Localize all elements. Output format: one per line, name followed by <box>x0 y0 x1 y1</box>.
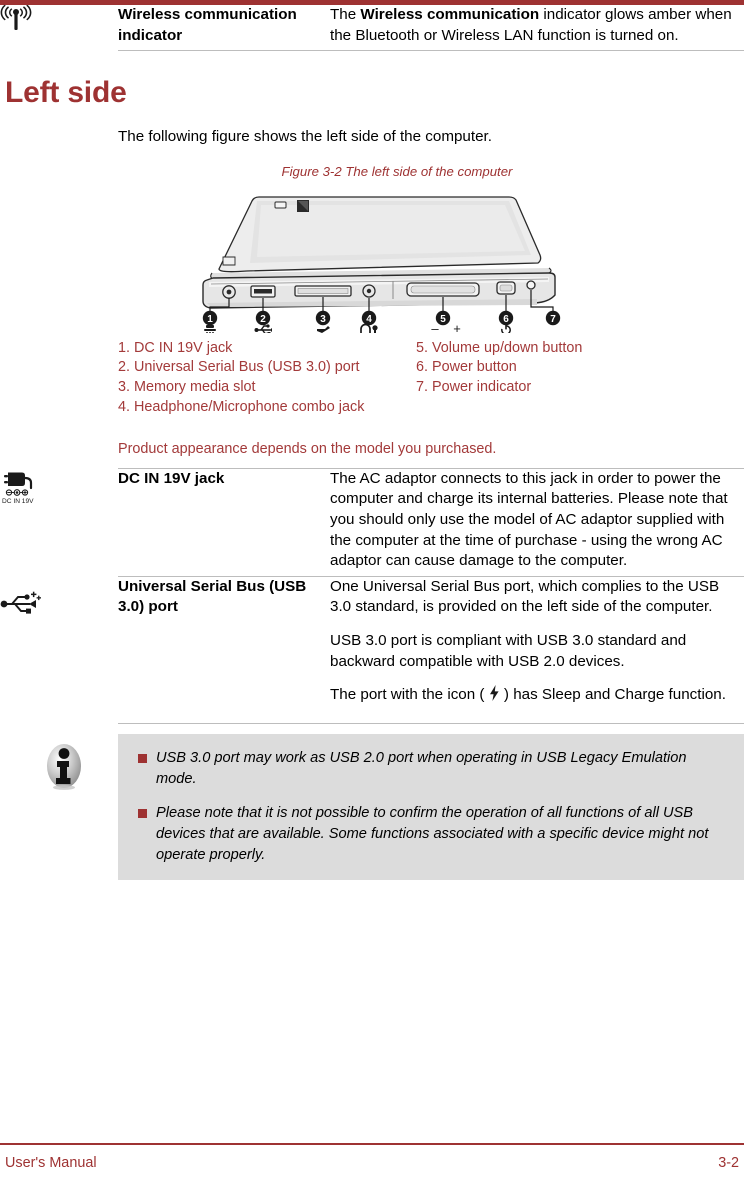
svg-text:7: 7 <box>550 314 556 325</box>
svg-text:6: 6 <box>503 314 509 325</box>
laptop-left-side-figure: 1 2 3 4 5 6 7 – + <box>0 185 744 333</box>
separator-line-desc <box>330 50 744 52</box>
callout-4: 4 <box>361 310 377 325</box>
sleep-charge-text-post: ) has Sleep and Charge function. <box>499 686 726 704</box>
separator-line-label <box>118 50 330 52</box>
list-item: 2. Universal Serial Bus (USB 3.0) port <box>118 359 360 376</box>
table-row: Universal Serial Bus (USB 3.0) port One … <box>0 577 744 712</box>
desc-text-bold: Wireless communication <box>360 6 540 23</box>
volume-minus-icon: – <box>431 321 439 333</box>
lid-latch-detail <box>274 201 287 209</box>
callout-1: 1 <box>202 310 218 325</box>
page-content: Wireless communication indicator The Wir… <box>0 4 744 880</box>
callout-6: 6 <box>498 310 514 325</box>
page-title: Left side <box>5 76 127 110</box>
info-icon <box>42 741 86 796</box>
list-item: 6. Power button <box>416 359 517 376</box>
list-item: USB 3.0 port may work as USB 2.0 port wh… <box>118 748 730 790</box>
port-symbol-row: – + <box>204 321 511 333</box>
sleep-charge-bolt-icon <box>489 685 500 708</box>
footer-page-number: 3-2 <box>718 1155 739 1171</box>
note-item-text: USB 3.0 port may work as USB 2.0 port wh… <box>156 749 687 787</box>
wireless-indicator-label: Wireless communication indicator <box>118 6 297 44</box>
table-row: Wireless communication indicator The Wir… <box>0 4 744 50</box>
separator-spacer <box>0 50 118 51</box>
callout-2: 2 <box>255 310 271 325</box>
left-side-spec-table: DC IN 19V DC IN 19V jack The AC adaptor … <box>0 467 744 712</box>
volume-plus-icon: + <box>453 321 461 333</box>
desc-text-pre: The <box>330 6 361 23</box>
page-footer: User's Manual 3-2 <box>0 1155 744 1171</box>
wireless-icon-cell <box>0 4 118 50</box>
separator-line-note <box>118 722 744 724</box>
svg-text:5: 5 <box>440 314 446 325</box>
list-item: 3. Memory media slot <box>118 378 256 395</box>
list-item: 1. DC IN 19V jack <box>118 339 233 356</box>
table-row: DC IN 19V DC IN 19V jack The AC adaptor … <box>0 469 744 576</box>
paragraph: One Universal Serial Bus port, which com… <box>330 577 720 616</box>
footer-manual-label: User's Manual <box>5 1155 97 1171</box>
list-item: 5. Volume up/down button <box>416 339 583 356</box>
svg-text:3: 3 <box>320 314 326 325</box>
dc-in-jack-label: DC IN 19V jack <box>118 469 225 487</box>
info-note-list: USB 3.0 port may work as USB 2.0 port wh… <box>118 748 730 866</box>
note-item-text: Please note that it is not possible to c… <box>156 804 709 863</box>
sleep-charge-text-pre: The port with the icon ( <box>330 686 489 704</box>
wireless-indicator-table: Wireless communication indicator The Wir… <box>0 4 744 52</box>
callout-badges: 1 2 3 4 5 6 7 <box>202 310 561 325</box>
bullet-square-icon <box>138 808 147 818</box>
list-item: Please note that it is not possible to c… <box>118 803 730 866</box>
footer-rule <box>0 1143 744 1145</box>
list-item: 7. Power indicator <box>416 378 532 395</box>
dc-in-icon-caption: DC IN 19V <box>2 498 34 505</box>
paragraph-sleep-charge: The port with the icon ( ) has Sleep and… <box>330 685 744 708</box>
wireless-indicator-desc: The Wireless communication indicator glo… <box>330 5 744 50</box>
indicator-power-led <box>526 280 536 290</box>
section-intro-text: The following figure shows the left side… <box>118 128 492 146</box>
dc-in-jack-desc: The AC adaptor connects to this jack in … <box>330 469 744 576</box>
paragraph: USB 3.0 port is compliant with USB 3.0 s… <box>330 631 687 670</box>
figure-caption: Figure 3-2 The left side of the computer <box>281 163 513 179</box>
sd-card-icon <box>317 325 330 333</box>
dc-in-icon-cell: DC IN 19V <box>0 469 118 576</box>
bullet-square-icon <box>138 753 147 763</box>
usb-port-desc: One Universal Serial Bus port, which com… <box>330 577 744 712</box>
usb-icon-cell <box>0 577 118 712</box>
dc-in-icon <box>204 324 216 333</box>
info-note-box: USB 3.0 port may work as USB 2.0 port wh… <box>118 733 744 880</box>
svg-text:4: 4 <box>366 314 372 325</box>
headphone-mic-icon <box>360 323 378 333</box>
svg-text:1: 1 <box>207 314 213 325</box>
paragraph: The AC adaptor connects to this jack in … <box>330 469 728 570</box>
legend-column-right: 5. Volume up/down button 6. Power button… <box>416 339 696 398</box>
dc-in-plug-icon: DC IN 19V <box>0 472 46 509</box>
legend-column-left: 1. DC IN 19V jack 2. Universal Serial Bu… <box>118 339 416 417</box>
usb-port-label: Universal Serial Bus (USB 3.0) port <box>118 577 307 616</box>
figure-legend: 1. DC IN 19V jack 2. Universal Serial Bu… <box>118 339 718 417</box>
callout-3: 3 <box>315 310 331 325</box>
usb-plus-icon <box>0 591 42 619</box>
lid-corner-detail <box>222 256 236 266</box>
product-appearance-note: Product appearance depends on the model … <box>118 441 497 458</box>
svg-text:2: 2 <box>260 314 266 325</box>
usb-icon <box>254 324 272 333</box>
list-item: 4. Headphone/Microphone combo jack <box>118 398 365 415</box>
power-icon <box>501 323 511 333</box>
wireless-antenna-icon <box>0 4 32 39</box>
row-separator <box>0 50 744 52</box>
callout-7: 7 <box>545 310 561 325</box>
